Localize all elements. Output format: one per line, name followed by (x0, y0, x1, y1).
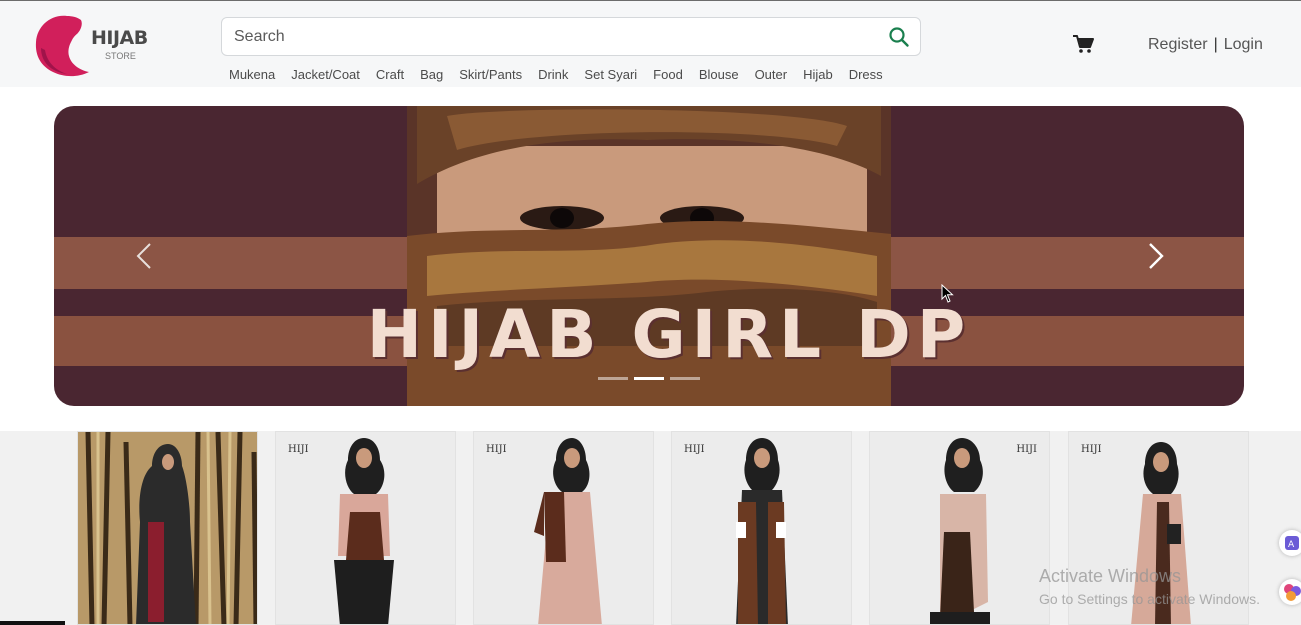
product-image (276, 432, 455, 624)
product-image (672, 432, 851, 624)
extension-icon[interactable] (1279, 579, 1301, 605)
brand-sub: STORE (105, 51, 136, 61)
auth-separator: | (1213, 36, 1218, 53)
product-card[interactable]: HIJI (671, 431, 852, 625)
product-card[interactable]: HIJI (275, 431, 456, 625)
category-mukena[interactable]: Mukena (229, 67, 275, 82)
chevron-left-icon[interactable] (130, 241, 160, 271)
category-bag[interactable]: Bag (420, 67, 443, 82)
watermark-line-1: Activate Windows (1039, 566, 1182, 586)
login-link[interactable]: Login (1224, 36, 1263, 53)
category-dress[interactable]: Dress (849, 67, 883, 82)
product-brand: HIJI (288, 444, 309, 455)
carousel-indicator-1[interactable] (598, 377, 628, 380)
category-blouse[interactable]: Blouse (699, 67, 739, 82)
category-set-syari[interactable]: Set Syari (584, 67, 637, 82)
category-craft[interactable]: Craft (376, 67, 404, 82)
category-outer[interactable]: Outer (755, 67, 788, 82)
search-box (221, 17, 921, 56)
logo[interactable]: HIJAB STORE (33, 12, 153, 78)
product-brand: HIJI (684, 444, 705, 455)
hijab-logo-icon (35, 15, 89, 77)
category-drink[interactable]: Drink (538, 67, 568, 82)
chevron-right-icon[interactable] (1140, 241, 1170, 271)
brand-name: HIJAB (91, 27, 148, 49)
mouse-cursor-icon (941, 284, 954, 303)
hero-carousel: HIJAB GIRL DP (54, 106, 1244, 406)
banner-title: HIJAB GIRL DP (366, 296, 972, 373)
svg-text:A: A (1288, 540, 1295, 550)
search-input[interactable] (234, 18, 874, 55)
category-jacket-coat[interactable]: Jacket/Coat (291, 67, 360, 82)
category-food[interactable]: Food (653, 67, 683, 82)
category-nav: Mukena Jacket/Coat Craft Bag Skirt/Pants… (229, 67, 899, 82)
product-image (870, 432, 1049, 624)
category-hijab[interactable]: Hijab (803, 67, 833, 82)
translate-icon[interactable]: A (1279, 530, 1301, 556)
carousel-indicator-3[interactable] (670, 377, 700, 380)
carousel-indicators (598, 377, 700, 380)
carousel-indicator-2[interactable] (634, 377, 664, 380)
category-skirt-pants[interactable]: Skirt/Pants (459, 67, 522, 82)
site-header: HIJAB STORE Mukena Jacket/Coat Craft Bag… (0, 1, 1301, 87)
product-brand: HIJI (1081, 444, 1102, 455)
product-image (78, 432, 257, 624)
watermark-line-2: Go to Settings to activate Windows. (1039, 591, 1260, 607)
register-link[interactable]: Register (1148, 36, 1208, 53)
cart-icon[interactable] (1072, 34, 1094, 54)
windows-activation-watermark: Activate Windows Go to Settings to activ… (1039, 566, 1260, 607)
search-icon[interactable] (888, 26, 910, 48)
bottom-left-bar (0, 621, 65, 625)
product-card[interactable]: HIJI (473, 431, 654, 625)
product-card[interactable] (77, 431, 258, 625)
product-brand: HIJI (486, 444, 507, 455)
product-card[interactable]: HIJI (869, 431, 1050, 625)
product-brand: HIJI (1016, 444, 1037, 455)
auth-links: Register | Login (1148, 36, 1263, 54)
product-image (474, 432, 653, 624)
